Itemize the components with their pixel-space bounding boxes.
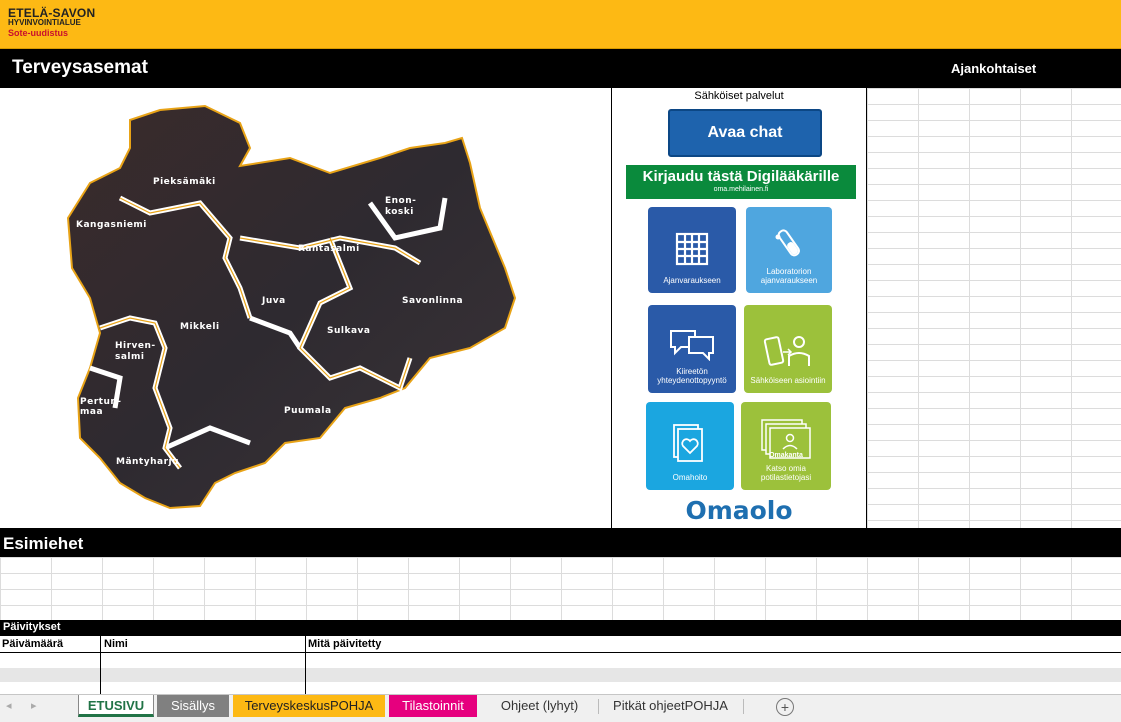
updates-row-3[interactable]: [0, 682, 1121, 694]
calendar-grid-icon: [675, 232, 709, 266]
column-header-name[interactable]: Nimi: [104, 638, 128, 650]
omakanta-text: Omakanta: [769, 452, 803, 459]
tab-pitkat-ohjeet[interactable]: Pitkät ohjeetPOHJA: [603, 695, 738, 717]
chat-bubbles-icon: [670, 330, 714, 361]
services-heading: Sähköiset palvelut: [694, 90, 784, 102]
tile-label: Katso omia potilastietojasi: [760, 464, 812, 482]
managers-title: Esimiehet: [3, 534, 84, 553]
tab-etusivu[interactable]: ETUSIVU: [78, 695, 154, 717]
phone-person-icon: [763, 336, 810, 366]
map-label-enonkoski-2[interactable]: koski: [385, 207, 414, 217]
tile-label: Omahoito: [672, 473, 708, 482]
map-label-rantasalmi[interactable]: Rantasalmi: [298, 244, 360, 254]
updates-header-row: [0, 636, 1121, 653]
logo-line1: ETELÄ-SAVON: [8, 6, 96, 20]
column-divider-2: [305, 636, 306, 694]
updates-title: Päivitykset: [3, 621, 61, 633]
column-header-changes[interactable]: Mitä päivitetty: [308, 638, 381, 650]
map-label-puumala[interactable]: Puumala: [284, 406, 332, 416]
open-chat-button[interactable]: Avaa chat: [668, 109, 822, 157]
heart-cards-icon: [673, 424, 703, 462]
map-label-pertunmaa-1[interactable]: Pertun-: [80, 397, 122, 407]
map-label-juva[interactable]: Juva: [262, 296, 286, 306]
tile-label: Laboratorion ajanvaraukseen: [760, 267, 818, 285]
map-shape: [66, 104, 517, 510]
omaolo-logo[interactable]: Omaolo: [612, 496, 866, 525]
updates-row-1[interactable]: [0, 653, 1121, 668]
map-label-sulkava[interactable]: Sulkava: [327, 326, 370, 336]
page-title: Terveysasemat: [12, 57, 148, 78]
news-heading: Ajankohtaiset: [951, 61, 1037, 76]
map-panel: Pieksämäki Kangasniemi Enon- koski Ranta…: [0, 88, 612, 528]
region-map[interactable]: [0, 88, 611, 528]
tile-contact-request[interactable]: Kiireetön yhteydenottopyyntö: [648, 305, 736, 393]
logo: ETELÄ-SAVON HYVINVOINTIALUE Sote-uudistu…: [8, 6, 96, 38]
tile-label: Kiireetön yhteydenottopyyntö: [657, 367, 727, 385]
map-label-hirvensalmi-2[interactable]: salmi: [115, 352, 144, 362]
next-sheet-icon[interactable]: ▸: [31, 699, 37, 712]
tile-e-services[interactable]: Sähköiseen asiointiin: [744, 305, 832, 393]
map-label-mikkeli[interactable]: Mikkeli: [180, 322, 220, 332]
map-label-savonlinna[interactable]: Savonlinna: [402, 296, 463, 306]
map-label-enonkoski-1[interactable]: Enon-: [385, 196, 416, 206]
tile-self-care[interactable]: Omahoito: [646, 402, 734, 490]
tile-appointment[interactable]: Ajanvaraukseen: [648, 207, 736, 293]
tab-sisallys[interactable]: Sisällys: [157, 695, 229, 717]
map-label-pieksamaki[interactable]: Pieksämäki: [153, 177, 216, 187]
map-label-mantyharju[interactable]: Mäntyharju: [116, 457, 179, 467]
tab-separator: [743, 699, 744, 714]
digilaakari-sub: oma.mehilainen.fi: [713, 186, 769, 193]
tile-label: Ajanvaraukseen: [663, 276, 721, 285]
add-sheet-icon[interactable]: +: [776, 698, 794, 716]
updates-row-2[interactable]: [0, 668, 1121, 682]
tile-label: Sähköiseen asiointiin: [750, 376, 826, 385]
column-header-date[interactable]: Päivämäärä: [2, 638, 63, 650]
tab-terveyskeskuspohja[interactable]: TerveyskeskusPOHJA: [233, 695, 385, 717]
tile-patient-records[interactable]: Omakanta Katso omia potilastietojasi: [741, 402, 831, 490]
map-label-kangasniemi[interactable]: Kangasniemi: [76, 220, 147, 230]
map-label-pertunmaa-2[interactable]: maa: [80, 407, 103, 417]
digilaakari-label: Kirjaudu tästä Digilääkärille: [642, 168, 840, 185]
digilaakari-button[interactable]: Kirjaudu tästä Digilääkärille oma.mehila…: [626, 165, 856, 199]
prev-sheet-icon[interactable]: ◂: [6, 699, 12, 712]
column-divider-1: [100, 636, 101, 694]
sheet-grid-right[interactable]: [866, 88, 1121, 528]
logo-line3: Sote-uudistus: [8, 28, 68, 38]
tab-ohjeet-lyhyt[interactable]: Ohjeet (lyhyt): [484, 695, 595, 717]
test-tube-icon: [775, 229, 800, 257]
map-label-hirvensalmi-1[interactable]: Hirven-: [115, 341, 156, 351]
tile-lab-appointment[interactable]: Laboratorion ajanvaraukseen: [746, 207, 832, 293]
tab-separator: [598, 699, 599, 714]
tab-tilastoinnit[interactable]: Tilastoinnit: [389, 695, 477, 717]
sheet-grid-managers[interactable]: [0, 557, 1121, 620]
top-banner: [0, 0, 1121, 49]
updates-bar: [0, 620, 1121, 636]
managers-bar: [0, 528, 1121, 557]
